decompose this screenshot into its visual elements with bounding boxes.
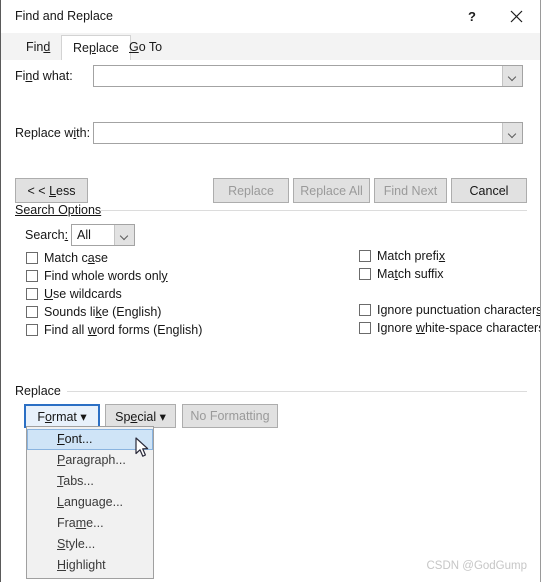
help-button[interactable]: ? xyxy=(450,0,494,33)
caret-down-icon: ▾ xyxy=(159,409,166,424)
search-scope-label: Search: xyxy=(25,228,69,242)
checkbox-label: Find all word forms (English) xyxy=(44,322,203,337)
search-options-group-label: Search Options xyxy=(15,203,109,217)
checkbox-box-icon[interactable] xyxy=(26,323,38,336)
replace-with-label: Replace with: xyxy=(15,126,91,140)
checkbox-label: Use wildcards xyxy=(44,286,122,301)
replace-button[interactable]: Replace xyxy=(213,178,289,203)
find-and-replace-dialog: Find and Replace ? Find Replace Go To Fi… xyxy=(0,0,541,582)
checkbox-box-icon[interactable] xyxy=(359,249,371,262)
checkbox-ignore-white-space[interactable]: Ignore white-space characters xyxy=(359,319,541,336)
chevron-down-icon xyxy=(121,233,129,238)
search-scope-combo[interactable]: All xyxy=(71,224,135,246)
question-mark-icon: ? xyxy=(468,9,476,24)
checkbox-sounds-like[interactable]: Sounds like (English) xyxy=(26,303,161,320)
checkbox-find-all-word-forms[interactable]: Find all word forms (English) xyxy=(26,321,202,338)
close-button[interactable] xyxy=(494,0,538,33)
checkbox-use-wildcards[interactable]: Use wildcards xyxy=(26,285,122,302)
checkbox-match-prefix[interactable]: Match prefix xyxy=(359,247,445,264)
checkbox-label: Ignore white-space characters xyxy=(377,320,541,335)
checkbox-label: Sounds like (English) xyxy=(44,304,162,319)
menu-item-language[interactable]: Language... xyxy=(27,492,153,513)
replace-with-combo[interactable] xyxy=(93,122,523,144)
special-button[interactable]: Special ▾ xyxy=(105,404,176,428)
chevron-down-icon xyxy=(509,131,517,136)
menu-item-tabs[interactable]: Tabs... xyxy=(27,471,153,492)
replace-group-divider xyxy=(67,391,527,392)
watermark-text: CSDN @GodGump xyxy=(426,560,527,572)
checkbox-box-icon[interactable] xyxy=(359,267,371,280)
checkbox-box-icon[interactable] xyxy=(26,287,38,300)
checkbox-box-icon[interactable] xyxy=(26,251,38,264)
search-scope-value: All xyxy=(77,228,91,242)
menu-item-highlight[interactable]: Highlight xyxy=(27,555,153,576)
title-bar: Find and Replace ? xyxy=(1,0,540,33)
checkbox-label: Match suffix xyxy=(377,266,444,281)
find-next-button[interactable]: Find Next xyxy=(374,178,447,203)
format-button[interactable]: Format ▾ xyxy=(24,404,100,428)
close-icon xyxy=(510,10,522,23)
menu-item-paragraph[interactable]: Paragraph... xyxy=(27,450,153,471)
replace-with-dropdown-button[interactable] xyxy=(502,123,522,143)
checkbox-label: Match case xyxy=(44,250,108,265)
checkbox-box-icon[interactable] xyxy=(26,305,38,318)
tab-find[interactable]: Find xyxy=(15,36,61,60)
replace-group-label: Replace xyxy=(15,384,68,398)
search-scope-dropdown-button[interactable] xyxy=(114,225,134,245)
checkbox-label: Ignore punctuation characters xyxy=(377,302,540,317)
page-title: Find and Replace xyxy=(15,9,113,23)
find-what-label: Find what: xyxy=(15,69,73,83)
no-formatting-button[interactable]: No Formatting xyxy=(182,404,278,428)
checkbox-box-icon[interactable] xyxy=(359,303,371,316)
menu-item-style[interactable]: Style... xyxy=(27,534,153,555)
search-options-divider xyxy=(101,210,527,211)
checkbox-find-whole-words-only[interactable]: Find whole words only xyxy=(26,267,168,284)
find-what-combo[interactable] xyxy=(93,65,523,87)
checkbox-label: Match prefix xyxy=(377,248,446,263)
caret-down-icon: ▾ xyxy=(80,409,87,424)
checkbox-label: Find whole words only xyxy=(44,268,168,283)
format-dropdown-menu: Font... Paragraph... Tabs... Language...… xyxy=(26,426,154,579)
checkbox-match-suffix[interactable]: Match suffix xyxy=(359,265,443,282)
chevron-down-icon xyxy=(509,74,517,79)
menu-item-frame[interactable]: Frame... xyxy=(27,513,153,534)
checkbox-ignore-punctuation[interactable]: Ignore punctuation characters xyxy=(359,301,540,318)
cancel-button[interactable]: Cancel xyxy=(451,178,527,203)
find-what-input[interactable] xyxy=(94,66,502,86)
tab-strip: Find Replace Go To xyxy=(1,33,540,61)
checkbox-match-case[interactable]: Match case xyxy=(26,249,108,266)
checkbox-box-icon[interactable] xyxy=(359,321,371,334)
menu-item-font[interactable]: Font... xyxy=(27,429,153,450)
checkbox-box-icon[interactable] xyxy=(26,269,38,282)
replace-all-button[interactable]: Replace All xyxy=(293,178,370,203)
replace-with-input[interactable] xyxy=(94,123,502,143)
less-button[interactable]: < < Less xyxy=(15,178,88,203)
tab-go-to[interactable]: Go To xyxy=(118,36,173,60)
find-what-dropdown-button[interactable] xyxy=(502,66,522,86)
